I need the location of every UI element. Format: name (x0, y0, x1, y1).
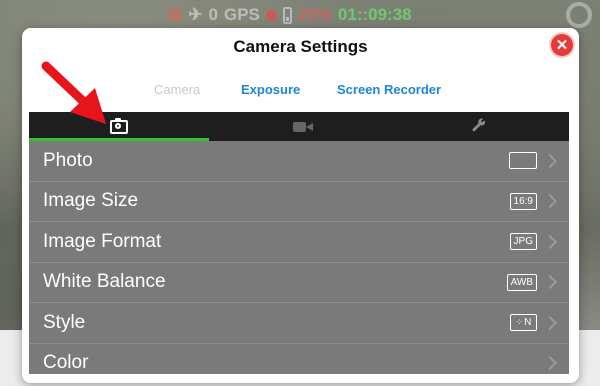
image-format-badge: JPG (509, 233, 537, 251)
style-value: N (524, 317, 532, 329)
setting-label: Photo (43, 149, 93, 171)
chevron-right-icon (542, 315, 558, 330)
tab-camera[interactable]: Camera (154, 82, 200, 97)
status-bar: ⊠ ✈ 0 GPS 29% 01::09:38 (168, 0, 412, 30)
chevron-right-icon (542, 194, 558, 209)
satellite-icon: ✈ (188, 5, 203, 24)
setting-row-image-size[interactable]: Image Size 16:9 (29, 182, 569, 222)
image-size-badge: 16:9 (509, 192, 537, 210)
setting-label: Image Format (43, 230, 162, 252)
setting-row-image-format[interactable]: Image Format JPG (29, 222, 569, 263)
flight-time: 01::09:38 (337, 5, 412, 24)
tab-general-settings[interactable] (389, 112, 569, 141)
remote-icon: ⊠ (168, 5, 183, 24)
tab-exposure[interactable]: Exposure (241, 82, 300, 97)
chevron-right-icon (542, 275, 558, 290)
icon-tab-bar (29, 112, 569, 141)
close-button[interactable]: ✕ (551, 34, 573, 56)
video-icon (292, 121, 313, 132)
gps-label: GPS (223, 5, 260, 24)
setting-row-color[interactable]: Color (29, 344, 569, 384)
setting-label: White Balance (43, 271, 166, 293)
setting-label: Image Size (43, 190, 139, 212)
wrench-icon (472, 118, 486, 136)
setting-label: Style (43, 311, 86, 333)
tab-video-settings[interactable] (209, 112, 389, 141)
style-badge: ⁘ N (510, 314, 537, 332)
battery-icon (282, 6, 292, 24)
close-icon: ✕ (555, 36, 569, 54)
settings-list: Photo Image Size 16:9 Image Format JPG W… (29, 141, 569, 374)
setting-row-style[interactable]: Style ⁘ N (29, 303, 569, 344)
settings-gear-icon[interactable] (566, 2, 592, 28)
photo-mode-badge (509, 152, 537, 170)
battery-percent: 29% (297, 5, 332, 24)
white-balance-badge: AWB (506, 273, 537, 291)
setting-label: Color (43, 352, 89, 374)
satellite-count: 0 (208, 5, 218, 24)
gps-status-dot (265, 9, 277, 21)
annotation-arrow-icon (41, 61, 106, 124)
dialog-title: Camera Settings (233, 37, 368, 56)
chevron-right-icon (542, 356, 558, 371)
tab-screen-recorder[interactable]: Screen Recorder (337, 82, 441, 97)
chevron-right-icon (542, 234, 558, 249)
setting-row-photo[interactable]: Photo (29, 141, 569, 182)
style-icon: ⁘ (515, 317, 524, 328)
setting-row-white-balance[interactable]: White Balance AWB (29, 263, 569, 303)
chevron-right-icon (542, 153, 558, 168)
camera-icon (110, 117, 128, 134)
